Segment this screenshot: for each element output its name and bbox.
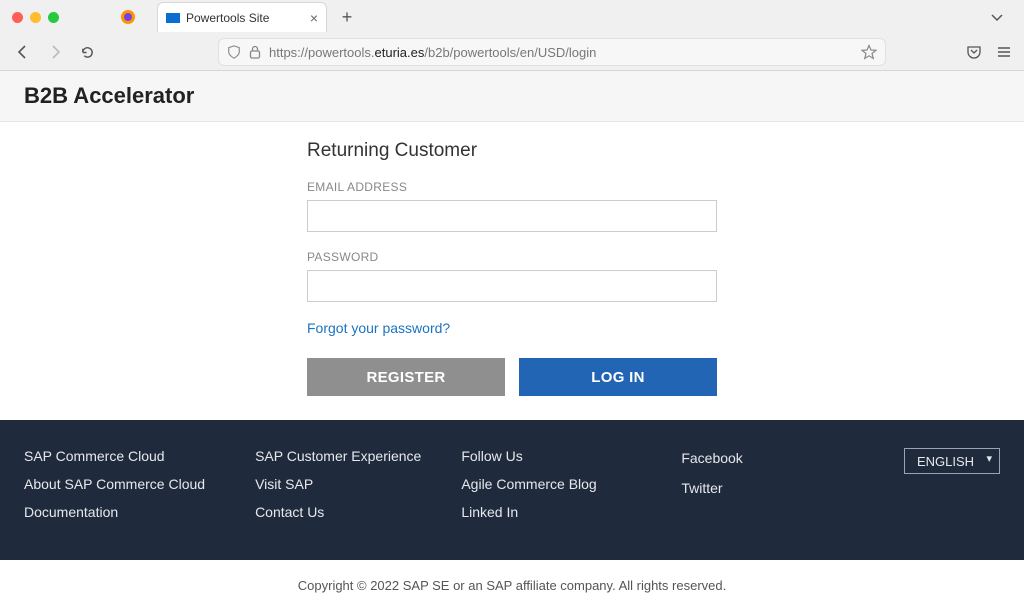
footer-link[interactable]: SAP Customer Experience [255, 448, 421, 464]
footer-col-social: Facebook Twitter [681, 448, 841, 520]
bookmark-icon[interactable] [861, 44, 877, 60]
site-header: B2B Accelerator [0, 71, 1024, 122]
tab-favicon-icon [166, 13, 180, 23]
lock-icon[interactable] [249, 45, 261, 59]
minimize-window-icon[interactable] [30, 12, 41, 23]
forgot-password-link[interactable]: Forgot your password? [307, 320, 450, 336]
menu-icon[interactable] [996, 44, 1012, 60]
footer-link[interactable]: Linked In [461, 504, 621, 520]
footer-col-2: SAP Customer Experience Visit SAP Contac… [255, 448, 421, 520]
form-title: Returning Customer [307, 140, 717, 162]
login-form: Returning Customer EMAIL ADDRESS PASSWOR… [307, 140, 717, 396]
address-bar[interactable]: https://powertools.eturia.es/b2b/powerto… [218, 38, 886, 66]
reload-button[interactable] [76, 41, 98, 63]
shield-icon[interactable] [227, 45, 241, 59]
footer-link[interactable]: SAP Commerce Cloud [24, 448, 205, 464]
tabs-dropdown-icon[interactable] [990, 10, 1004, 24]
browser-tab[interactable]: Powertools Site × [157, 2, 327, 32]
pocket-icon[interactable] [966, 44, 982, 60]
register-button[interactable]: REGISTER [307, 358, 505, 396]
url-text: https://powertools.eturia.es/b2b/powerto… [269, 45, 853, 60]
footer-link[interactable]: About SAP Commerce Cloud [24, 476, 205, 492]
email-field[interactable] [307, 200, 717, 232]
tab-bar: Powertools Site × + [0, 0, 1024, 34]
footer-link-facebook[interactable]: Facebook [681, 450, 841, 466]
browser-toolbar: https://powertools.eturia.es/b2b/powerto… [0, 34, 1024, 70]
footer-heading: Follow Us [461, 448, 621, 464]
button-row: REGISTER LOG IN [307, 358, 717, 396]
tab-close-icon[interactable]: × [310, 10, 318, 26]
back-button[interactable] [12, 41, 34, 63]
firefox-icon [119, 8, 137, 26]
password-field[interactable] [307, 270, 717, 302]
maximize-window-icon[interactable] [48, 12, 59, 23]
footer-link-twitter[interactable]: Twitter [681, 480, 841, 496]
tab-title: Powertools Site [186, 11, 269, 25]
close-window-icon[interactable] [12, 12, 23, 23]
footer-link[interactable]: Contact Us [255, 504, 421, 520]
footer-col-3: Follow Us Agile Commerce Blog Linked In [461, 448, 621, 520]
browser-chrome: Powertools Site × + https://powerto [0, 0, 1024, 71]
forward-button[interactable] [44, 41, 66, 63]
window-controls [12, 12, 59, 23]
footer-columns: SAP Commerce Cloud About SAP Commerce Cl… [24, 448, 1000, 520]
toolbar-right [966, 44, 1012, 60]
footer-col-1: SAP Commerce Cloud About SAP Commerce Cl… [24, 448, 205, 520]
footer-link[interactable]: Agile Commerce Blog [461, 476, 621, 492]
copyright-text: Copyright © 2022 SAP SE or an SAP affili… [0, 560, 1024, 611]
language-select[interactable]: ENGLISH [904, 448, 1000, 474]
footer-link[interactable]: Documentation [24, 504, 205, 520]
main-content: Returning Customer EMAIL ADDRESS PASSWOR… [0, 122, 1024, 420]
footer-link[interactable]: Visit SAP [255, 476, 421, 492]
site-brand: B2B Accelerator [24, 83, 1000, 109]
password-label: PASSWORD [307, 250, 717, 264]
login-button[interactable]: LOG IN [519, 358, 717, 396]
site-footer: SAP Commerce Cloud About SAP Commerce Cl… [0, 420, 1024, 560]
email-label: EMAIL ADDRESS [307, 180, 717, 194]
new-tab-button[interactable]: + [337, 7, 357, 28]
language-selector-wrap: ENGLISH [904, 448, 1000, 520]
